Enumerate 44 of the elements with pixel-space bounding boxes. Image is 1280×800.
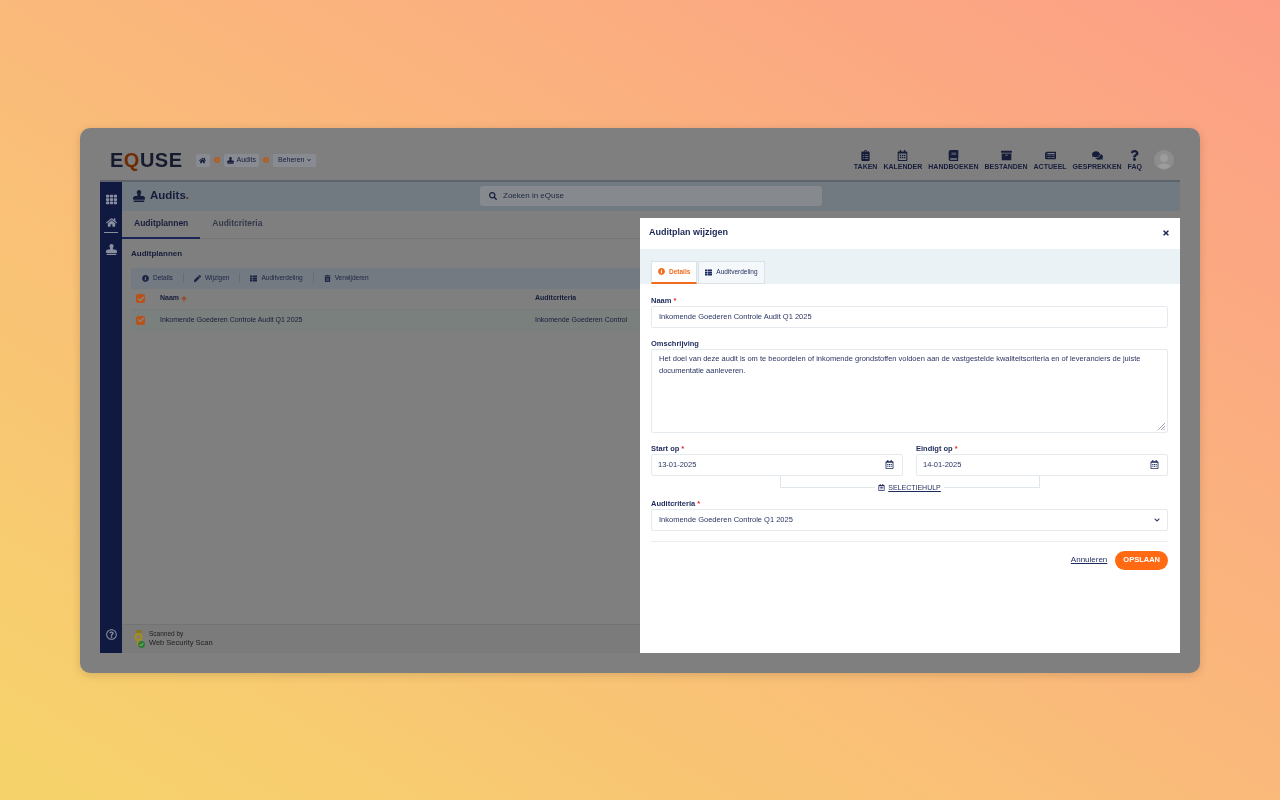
tab[interactable]: Auditplannen bbox=[122, 210, 201, 239]
apps-grid-icon[interactable] bbox=[105, 193, 117, 205]
info-icon bbox=[142, 274, 149, 282]
cancel-link[interactable]: Annuleren bbox=[1070, 554, 1108, 566]
stamp-icon bbox=[226, 156, 234, 164]
chevron-right-icon bbox=[213, 157, 220, 163]
pencil-icon bbox=[193, 274, 201, 282]
tab[interactable]: Auditcriteria bbox=[200, 210, 275, 239]
stamp-icon[interactable] bbox=[105, 243, 117, 255]
chevron-down-icon bbox=[1154, 516, 1160, 523]
home-icon[interactable] bbox=[105, 216, 117, 228]
calendar-icon[interactable] bbox=[885, 460, 894, 469]
book-icon bbox=[947, 150, 959, 161]
caret-icon bbox=[307, 158, 312, 162]
close-icon[interactable] bbox=[1162, 229, 1170, 237]
question-mark-icon bbox=[1129, 150, 1141, 161]
home-icon bbox=[199, 156, 207, 164]
checkbox[interactable] bbox=[136, 294, 145, 303]
page-title: Audits. bbox=[150, 188, 189, 204]
security-badge-icon bbox=[133, 629, 145, 648]
clipboard-icon bbox=[860, 150, 872, 161]
trash-icon bbox=[323, 274, 331, 282]
newspaper-icon bbox=[1044, 150, 1056, 161]
check-icon bbox=[137, 295, 144, 302]
search-icon bbox=[489, 192, 497, 200]
calendar-icon[interactable] bbox=[1150, 460, 1159, 469]
chevron-right-icon bbox=[263, 157, 269, 163]
dialog-title: Auditplan wijzigen bbox=[649, 226, 728, 240]
calendar-icon bbox=[878, 483, 886, 491]
logo[interactable]: EQUSE bbox=[110, 150, 183, 170]
resize-handle-icon[interactable] bbox=[1157, 421, 1165, 430]
chat-bubbles-icon bbox=[1091, 150, 1103, 161]
home-button[interactable] bbox=[195, 153, 210, 167]
grid-list-icon bbox=[250, 274, 258, 282]
help-icon[interactable] bbox=[105, 628, 117, 640]
stamp-icon bbox=[133, 190, 145, 202]
info-icon bbox=[658, 268, 665, 275]
grid-list-icon bbox=[705, 268, 713, 276]
archive-box-icon bbox=[1000, 150, 1012, 161]
checkbox[interactable] bbox=[136, 315, 145, 325]
calendar-icon bbox=[897, 150, 909, 161]
check-icon bbox=[137, 317, 144, 323]
search-field[interactable]: Zoeken in eQuse bbox=[480, 186, 822, 206]
section-title: Auditplannen bbox=[131, 248, 183, 260]
